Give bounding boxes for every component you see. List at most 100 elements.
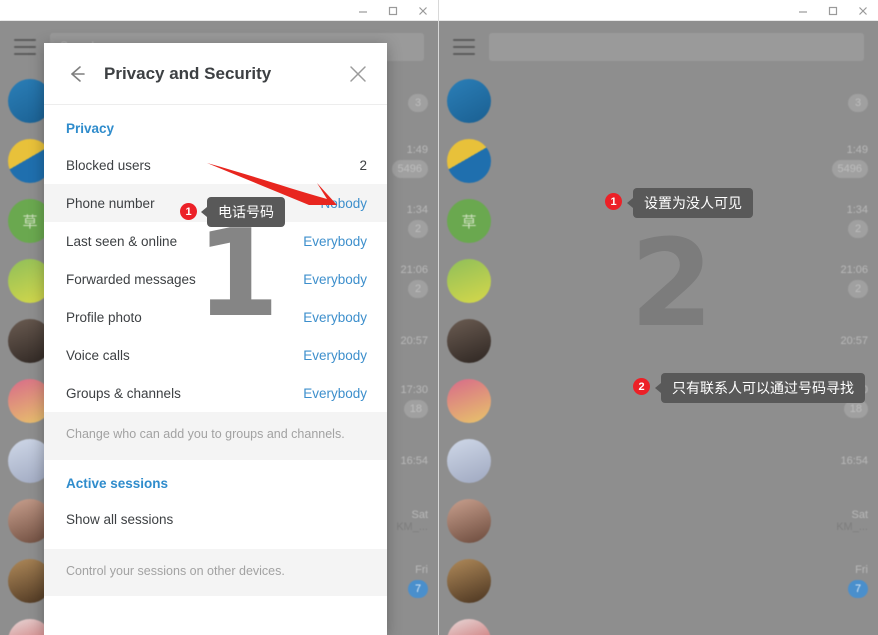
row-label: Voice calls xyxy=(66,347,130,363)
right-chat-background: 3 1:49 5496 草 1:34 2 21:06 2 20:57 17:30… xyxy=(439,21,878,635)
list-item[interactable]: 16:54 xyxy=(439,431,878,491)
chat-time: 1:49 xyxy=(406,144,428,156)
list-item[interactable]: 草 1:34 2 xyxy=(439,191,878,251)
unread-badge: 3 xyxy=(848,94,868,112)
maximize-icon[interactable] xyxy=(378,0,408,21)
unread-badge: 18 xyxy=(843,400,868,418)
chat-time: Fri xyxy=(855,564,868,576)
row-forwarded-messages[interactable]: Forwarded messages Everybody xyxy=(44,260,387,298)
unread-badge: 5496 xyxy=(391,160,428,178)
chat-preview: KM_... xyxy=(836,521,868,533)
avatar xyxy=(447,439,491,483)
row-value: Everybody xyxy=(303,271,367,287)
unread-badge: 3 xyxy=(408,94,428,112)
row-value: Everybody xyxy=(303,309,367,325)
list-item[interactable]: 21:06 2 xyxy=(439,251,878,311)
avatar xyxy=(447,79,491,123)
left-window: Search Telegram Channel 3 News Channel 1… xyxy=(0,0,439,635)
chat-time: Sat xyxy=(411,509,428,521)
unread-badge: 2 xyxy=(408,220,428,238)
avatar: 草 xyxy=(447,199,491,243)
sessions-section: Active sessions Show all sessions xyxy=(44,459,387,549)
chat-time: 1:34 xyxy=(406,204,428,216)
row-label: Blocked users xyxy=(66,157,151,173)
chat-time: Fri xyxy=(415,564,428,576)
minimize-icon[interactable] xyxy=(788,0,818,21)
privacy-section: Privacy Blocked users 2 Phone number Nob… xyxy=(44,105,387,412)
unread-badge: 7 xyxy=(408,580,428,598)
left-window-titlebar xyxy=(0,0,438,21)
avatar-initial: 草 xyxy=(461,213,477,231)
menu-icon[interactable] xyxy=(14,39,36,55)
avatar xyxy=(447,319,491,363)
row-blocked-users[interactable]: Blocked users 2 xyxy=(44,146,387,184)
row-label: Profile photo xyxy=(66,309,142,325)
list-item[interactable]: 20:57 xyxy=(439,311,878,371)
avatar xyxy=(447,619,491,635)
privacy-footnote: Change who can add you to groups and cha… xyxy=(44,412,387,460)
avatar xyxy=(447,259,491,303)
unread-badge: 7 xyxy=(848,580,868,598)
chat-time: 17:30 xyxy=(840,384,868,396)
unread-badge: 5496 xyxy=(831,160,868,178)
chat-time: 1:49 xyxy=(846,144,868,156)
row-profile-photo[interactable]: Profile photo Everybody xyxy=(44,298,387,336)
list-item[interactable]: 1:49 5496 xyxy=(439,131,878,191)
section-title-active-sessions[interactable]: Active sessions xyxy=(44,460,387,501)
chat-time: 20:57 xyxy=(840,335,868,347)
row-last-seen-online[interactable]: Last seen & online Everybody xyxy=(44,222,387,260)
list-item[interactable]: 17:30 18 xyxy=(439,371,878,431)
chat-time: 20:57 xyxy=(400,335,428,347)
avatar xyxy=(447,379,491,423)
row-label: Phone number xyxy=(66,195,155,211)
chat-time: 21:06 xyxy=(840,264,868,276)
search-input[interactable] xyxy=(489,33,864,61)
minimize-icon[interactable] xyxy=(348,0,378,21)
row-value: Nobody xyxy=(320,195,367,211)
row-label: Show all sessions xyxy=(66,512,174,527)
right-window: 3 1:49 5496 草 1:34 2 21:06 2 20:57 17:30… xyxy=(439,0,878,635)
row-show-all-sessions[interactable]: Show all sessions xyxy=(44,501,387,539)
row-groups-and-channels[interactable]: Groups & channels Everybody xyxy=(44,374,387,412)
row-value: Everybody xyxy=(303,347,367,363)
row-label: Last seen & online xyxy=(66,233,178,249)
maximize-icon[interactable] xyxy=(818,0,848,21)
list-item[interactable]: Sat KM_... xyxy=(439,491,878,551)
unread-badge: 18 xyxy=(403,400,428,418)
row-phone-number[interactable]: Phone number Nobody xyxy=(44,184,387,222)
chat-list[interactable]: 3 1:49 5496 草 1:34 2 21:06 2 20:57 17:30… xyxy=(439,71,878,635)
page-title: Privacy and Security xyxy=(104,63,272,83)
unread-badge: 2 xyxy=(848,280,868,298)
back-arrow-icon[interactable] xyxy=(64,61,90,87)
avatar xyxy=(447,559,491,603)
row-voice-calls[interactable]: Voice calls Everybody xyxy=(44,336,387,374)
right-window-titlebar xyxy=(439,0,878,21)
sessions-footnote: Control your sessions on other devices. xyxy=(44,548,387,596)
chat-preview: KM_... xyxy=(396,521,428,533)
row-value: Everybody xyxy=(303,233,367,249)
menu-icon[interactable] xyxy=(453,39,475,55)
row-value: Everybody xyxy=(303,385,367,401)
row-label: Forwarded messages xyxy=(66,271,196,287)
chat-time: Sat xyxy=(851,509,868,521)
chat-time: 17:30 xyxy=(400,384,428,396)
chat-time: 16:54 xyxy=(840,455,868,467)
privacy-and-security-dialog: Privacy and Security Privacy Blocked use… xyxy=(44,43,387,635)
list-item[interactable]: Fri 7 xyxy=(439,551,878,611)
close-icon[interactable] xyxy=(347,63,369,85)
close-icon[interactable] xyxy=(848,0,878,21)
unread-badge: 2 xyxy=(408,280,428,298)
section-title-privacy: Privacy xyxy=(66,121,115,136)
row-label: Groups & channels xyxy=(66,385,181,401)
avatar xyxy=(447,139,491,183)
list-item[interactable]: Fri xyxy=(439,611,878,635)
chat-time: 1:34 xyxy=(846,204,868,216)
close-icon[interactable] xyxy=(408,0,438,21)
screenshot-root: Search Telegram Channel 3 News Channel 1… xyxy=(0,0,878,635)
dialog-header: Privacy and Security xyxy=(44,43,387,105)
avatar xyxy=(447,499,491,543)
chat-time: 16:54 xyxy=(400,455,428,467)
row-value: 2 xyxy=(359,157,367,173)
chat-time: 21:06 xyxy=(400,264,428,276)
list-item[interactable]: 3 xyxy=(439,71,878,131)
